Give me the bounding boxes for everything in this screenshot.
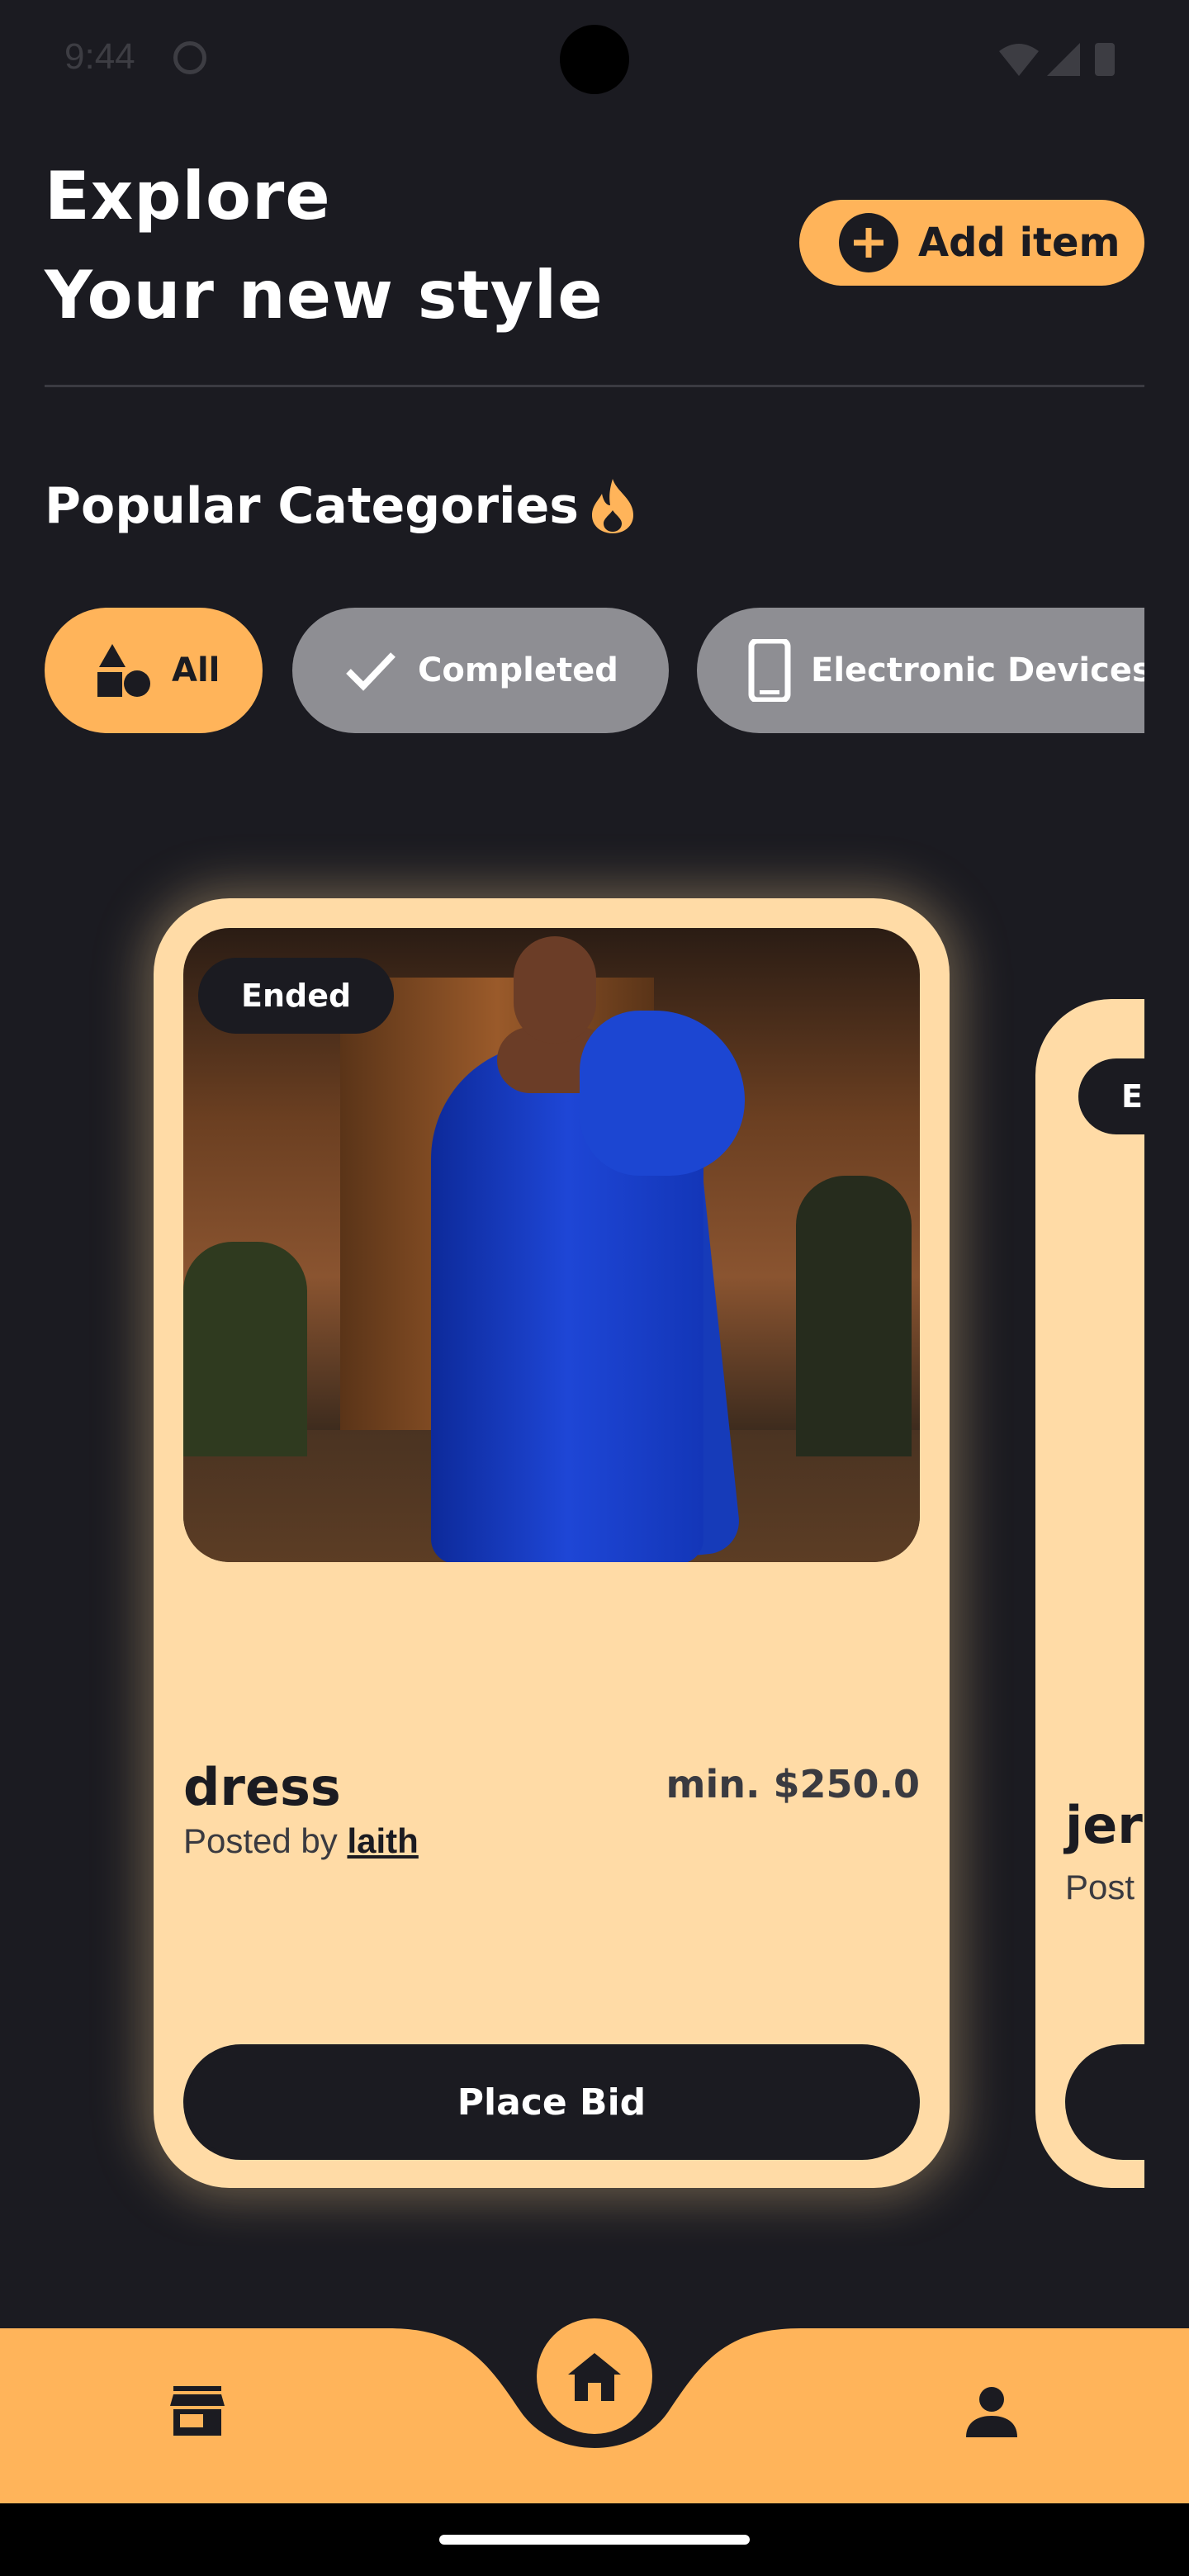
status-time: 9:44 bbox=[64, 36, 135, 77]
flame-icon bbox=[592, 479, 634, 533]
camera-cutout bbox=[560, 25, 629, 94]
status-icons bbox=[999, 40, 1123, 83]
item-title: dress bbox=[183, 1757, 341, 1817]
chip-all[interactable]: All bbox=[45, 608, 263, 733]
place-bid-button[interactable] bbox=[1065, 2044, 1144, 2160]
item-price: min. $250.0 bbox=[666, 1762, 920, 1807]
add-circle-icon bbox=[839, 213, 898, 272]
posted-by: Posted by laith bbox=[183, 1821, 419, 1861]
home-button[interactable] bbox=[537, 2318, 652, 2434]
chip-completed[interactable]: Completed bbox=[292, 608, 669, 733]
auction-carousel[interactable]: Ended dress min. $250.0 Posted by laith … bbox=[0, 826, 1144, 2246]
page-title-line1: Explore bbox=[45, 158, 331, 234]
home-icon bbox=[568, 2353, 621, 2401]
chip-label: Electronic Devices bbox=[811, 651, 1144, 689]
status-badge: Ended bbox=[198, 958, 395, 1034]
gesture-handle[interactable] bbox=[439, 2535, 750, 2545]
posted-by-prefix: Posted by bbox=[183, 1821, 338, 1860]
chip-electronic-devices[interactable]: Electronic Devices bbox=[697, 608, 1144, 733]
header-divider bbox=[45, 385, 1144, 387]
notification-icon bbox=[173, 41, 206, 74]
auction-card-next[interactable]: En jer Post bbox=[1035, 999, 1144, 2188]
place-bid-button[interactable]: Place Bid bbox=[183, 2044, 920, 2160]
posted-by-prefix: Post bbox=[1065, 1868, 1135, 1906]
add-item-label: Add item bbox=[918, 220, 1120, 266]
battery-icon bbox=[1095, 43, 1115, 76]
chip-label: Completed bbox=[418, 651, 618, 689]
category-chips: All Completed Electronic Devices bbox=[45, 608, 1144, 733]
poster-link[interactable]: laith bbox=[347, 1821, 418, 1860]
status-badge: En bbox=[1078, 1058, 1144, 1134]
section-title-label: Popular Categories bbox=[45, 477, 580, 535]
shapes-icon bbox=[97, 644, 150, 697]
status-bar: 9:44 bbox=[0, 0, 1189, 124]
page-title: Explore Your new style bbox=[45, 147, 603, 345]
page-title-line2: Your new style bbox=[45, 257, 604, 334]
item-title: jer bbox=[1065, 1795, 1143, 1855]
add-item-button[interactable]: Add item bbox=[799, 200, 1144, 286]
wifi-icon bbox=[999, 44, 1039, 76]
profile-icon[interactable] bbox=[964, 2384, 1019, 2439]
check-icon bbox=[346, 652, 396, 691]
signal-icon bbox=[1047, 43, 1080, 76]
auction-card[interactable]: Ended dress min. $250.0 Posted by laith … bbox=[154, 898, 950, 2188]
phone-icon bbox=[748, 639, 791, 702]
store-icon[interactable] bbox=[168, 2384, 226, 2437]
chip-label: All bbox=[172, 651, 220, 689]
section-title: Popular Categories bbox=[45, 477, 637, 535]
